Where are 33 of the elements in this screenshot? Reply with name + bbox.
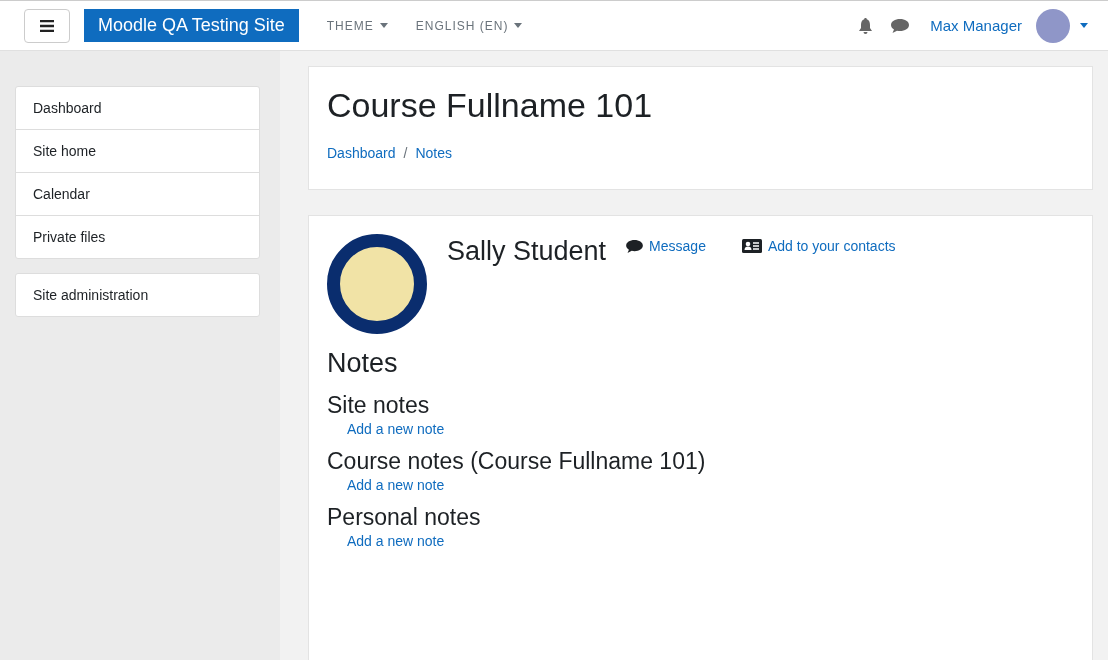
user-name-link[interactable]: Max Manager: [930, 17, 1022, 34]
breadcrumb-link[interactable]: Notes: [415, 145, 452, 161]
sidebar-item[interactable]: Private files: [16, 215, 259, 258]
breadcrumb-link[interactable]: Dashboard: [327, 145, 396, 161]
menu-icon: [40, 19, 54, 32]
breadcrumb-separator: /: [403, 145, 408, 161]
contact-card-icon: [741, 239, 762, 253]
page-title: Course Fullname 101: [327, 85, 654, 125]
add-note-link[interactable]: Add a new note: [347, 420, 445, 438]
notes-heading: Personal notes: [327, 503, 482, 532]
add-note-link[interactable]: Add a new note: [347, 532, 445, 550]
section-heading: Notes: [327, 347, 399, 380]
caret-icon: [514, 23, 523, 28]
notes-heading: Site notes: [327, 391, 431, 420]
sidebar-item[interactable]: Calendar: [16, 172, 259, 215]
sidebar-item[interactable]: Dashboard: [16, 87, 259, 129]
caret-icon: [1080, 23, 1088, 28]
speech-bubble-icon: [626, 239, 644, 253]
user-name: Sally Student: [447, 235, 607, 268]
sidebar-item[interactable]: Site administration: [16, 274, 259, 316]
site-name-link[interactable]: Moodle QA Testing Site: [84, 9, 299, 42]
user-avatar[interactable]: [1036, 8, 1070, 43]
caret-icon: [379, 23, 388, 28]
message-link[interactable]: Message: [626, 238, 706, 254]
dropdown-menu[interactable]: THEME: [312, 18, 402, 33]
sidebar-item[interactable]: Site home: [16, 129, 259, 172]
add-note-link[interactable]: Add a new note: [347, 476, 445, 494]
speech-bubble-icon[interactable]: [891, 18, 910, 33]
menu-button[interactable]: [24, 8, 70, 43]
dropdown-menu[interactable]: ENGLISH (EN): [401, 18, 537, 33]
add-contact-link[interactable]: Add to your contacts: [741, 238, 896, 254]
bell-icon[interactable]: [858, 17, 874, 34]
notes-heading: Course notes (Course Fullname 101): [327, 447, 707, 476]
